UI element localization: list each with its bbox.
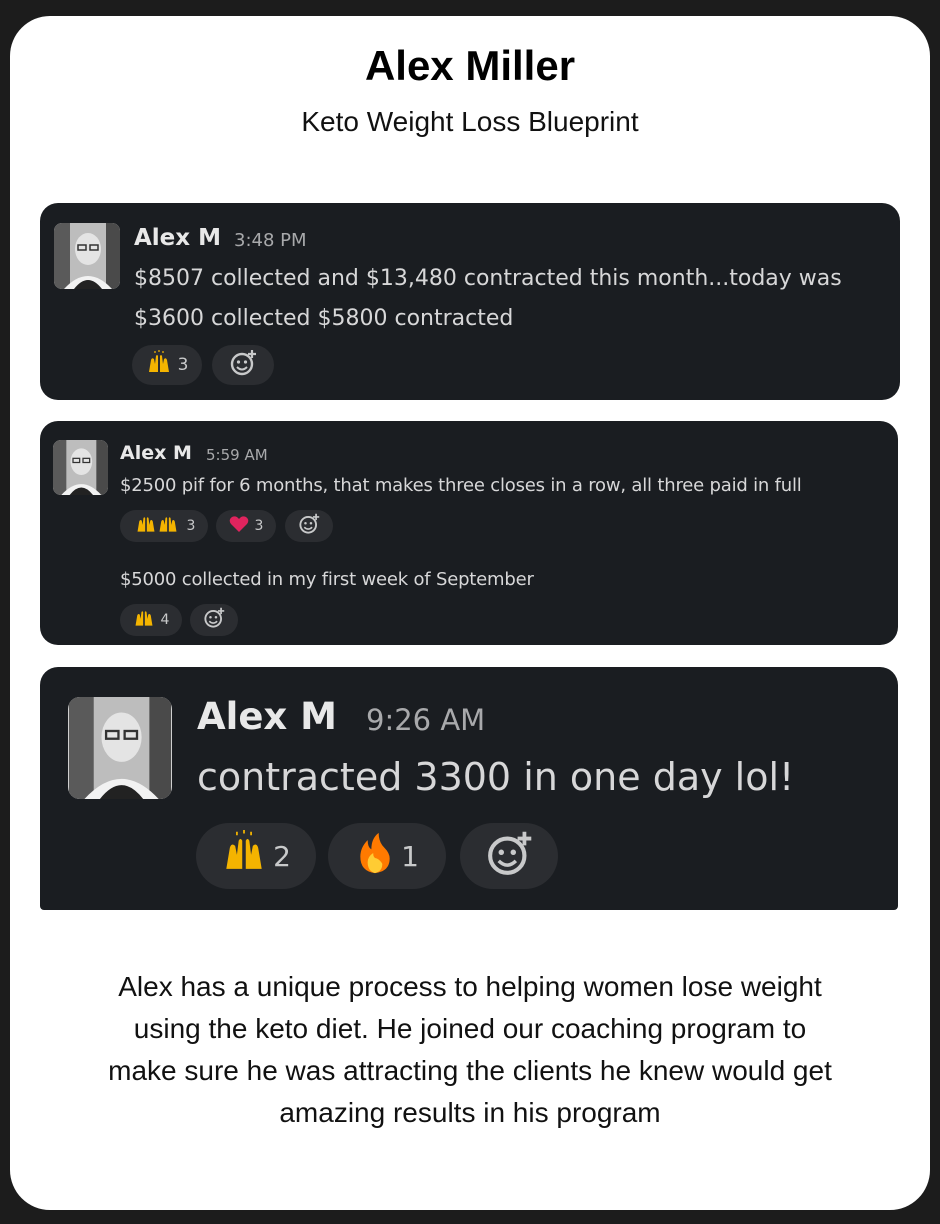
author-name[interactable]: Alex M bbox=[134, 225, 221, 251]
reaction-count: 2 bbox=[273, 839, 291, 873]
message-timestamp[interactable]: 3:48 PM bbox=[234, 230, 307, 251]
message-text: $8507 collected and $13,480 contracted t… bbox=[134, 266, 842, 331]
message-card: Alex M 5:59 AM $2500 pif for 6 months, t… bbox=[40, 421, 898, 645]
reaction-raised-hands[interactable]: 3 bbox=[132, 345, 202, 385]
reaction-count: 1 bbox=[401, 839, 419, 873]
author-name[interactable]: Alex M bbox=[120, 442, 192, 464]
add-emoji-icon bbox=[229, 349, 257, 381]
add-reaction-button[interactable] bbox=[460, 823, 558, 889]
message-text: $2500 pif for 6 months, that makes three… bbox=[120, 475, 802, 496]
add-reaction-button[interactable] bbox=[212, 345, 274, 385]
avatar[interactable] bbox=[54, 223, 120, 289]
reaction-count: 3 bbox=[177, 355, 189, 375]
message-timestamp[interactable]: 9:26 AM bbox=[366, 703, 485, 737]
avatar-photo bbox=[54, 223, 120, 289]
add-emoji-icon bbox=[298, 513, 320, 539]
avatar-photo bbox=[69, 697, 171, 799]
avatar[interactable] bbox=[68, 697, 172, 799]
author-name[interactable]: Alex M bbox=[197, 695, 337, 738]
raised-hands-icon bbox=[133, 607, 155, 633]
add-reaction-button[interactable] bbox=[190, 604, 238, 636]
message-timestamp[interactable]: 5:59 AM bbox=[206, 446, 268, 464]
reaction-raised-hands[interactable]: 4 bbox=[120, 604, 182, 636]
reaction-raised-hands[interactable]: 3 bbox=[120, 510, 208, 542]
message-card: Alex M 9:26 AM contracted 3300 in one da… bbox=[40, 667, 898, 910]
fire-icon bbox=[355, 831, 395, 882]
reaction-count: 3 bbox=[254, 518, 264, 534]
testimonial-description: Alex has a unique process to helping wom… bbox=[108, 971, 832, 1128]
raised-hands-icon bbox=[146, 349, 172, 381]
add-emoji-icon bbox=[203, 607, 225, 633]
reaction-heart[interactable]: 3 bbox=[216, 510, 276, 542]
message-text: $5000 collected in my first week of Sept… bbox=[120, 569, 534, 590]
message-text: contracted 3300 in one day lol! bbox=[197, 755, 795, 799]
reaction-fire[interactable]: 1 bbox=[328, 823, 446, 889]
add-emoji-icon bbox=[485, 830, 533, 882]
add-reaction-button[interactable] bbox=[285, 510, 333, 542]
message-card: Alex M 3:48 PM $8507 collected and $13,4… bbox=[40, 203, 900, 400]
page-title: Alex Miller bbox=[364, 42, 576, 89]
heart-icon bbox=[229, 515, 249, 537]
reaction-count: 4 bbox=[160, 612, 170, 628]
page-subtitle: Keto Weight Loss Blueprint bbox=[301, 106, 639, 137]
avatar-photo bbox=[53, 440, 108, 495]
reaction-count: 3 bbox=[186, 518, 196, 534]
raised-hands-icon bbox=[221, 829, 267, 883]
reaction-raised-hands[interactable]: 2 bbox=[196, 823, 316, 889]
raised-hands-icon bbox=[133, 513, 181, 539]
avatar[interactable] bbox=[53, 440, 108, 495]
